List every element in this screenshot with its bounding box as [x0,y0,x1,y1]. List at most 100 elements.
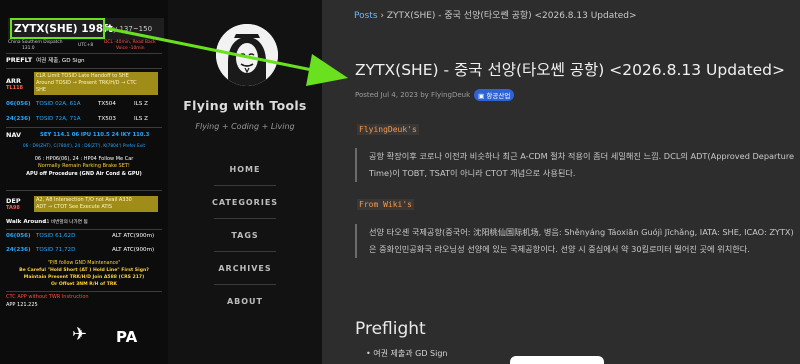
card-dcl2: Voice -10min [116,46,145,51]
card-dispatch-freq: 131.0 [22,46,35,51]
title-highlight-box [10,18,105,39]
rwy-taxi: TX503 [98,116,116,122]
rwy-procedure: TOSID 02A, 61A [36,101,81,107]
category-badge-label: 항공산업 [486,92,511,100]
dep-line: ADT → CTOT See Execute ATIS [36,204,113,210]
nav-tag: NAV [6,131,22,139]
app-row: APP 121.225 [6,302,162,308]
breadcrumb-posts-link[interactable]: Posts [354,11,378,21]
warn-text: Be Careful "Hold Short (AT ) Hold Line" … [19,268,149,273]
preflt-text: 여권 제출, GD Sign [36,58,85,64]
dep-rwy06-row: 06(056) TOSID 61,62D ALT ATC(900m) [6,233,162,239]
ctc-row: CTC APP without TWR Instruction [6,294,162,300]
arr-line: SHE [36,87,47,93]
warn-text: "P/B follow GND Maintenance" [47,261,121,266]
card-dispatch: China Southern Dispatch [8,40,63,45]
arr-rwy24-row: 24(236) TOSID 72A, 71A TX503 ILS Z [6,116,162,122]
rwy-label: 24(236) [6,116,31,122]
site-title[interactable]: Flying with Tools [168,98,322,113]
arr-tag: ARR [6,77,22,85]
post-meta: Posted Jul 4, 2023 by FlyingDeuk ▣ 항공산업 [355,89,515,101]
warn-text: Maintain Present TRK/H/D Join A588 (CRS … [23,275,145,280]
nav-about[interactable]: ABOUT [168,297,322,306]
partial-element [510,356,604,364]
inline-code-label: FlyingDeuk's [357,124,419,135]
nav-hold-info: 06 : HP06(06), 24 : HP04 Follow Me Car [34,156,134,162]
dep-label-group: DEP TA98 [6,197,34,211]
blockquote: 공항 확장이후 코로나 이전과 비슷하나 최근 A-CDM 절차 적용이 좀더 … [355,148,795,182]
dep-line: A2, A8 Intersection T/O not Avail A330 [36,197,132,203]
arr-instructions: CLR Limit TOSID Late Handoff to SHE Arou… [34,72,158,95]
arr-row: ARR TL118 CLR Limit TOSID Late Handoff t… [6,72,162,95]
blog-sidebar: Flying with Tools Flying + Coding + Livi… [168,0,322,364]
warn-line: Or Offset 3NM R/H of TRK [6,282,162,287]
rwy-alt: ALT ATC(900m) [112,247,155,253]
card-dcl: DCL -40min, Read Back [104,40,156,45]
preflt-row: PREFLT 여권 제출, GD Sign [6,56,162,64]
nav-apu-info: APU off Procedure (GND Air Cond & GPU) [26,171,142,177]
divider [6,291,162,292]
nav-divider [214,185,276,186]
nav-home[interactable]: HOME [168,165,322,174]
nav-divider [214,251,276,252]
nav-archives[interactable]: ARCHIVES [168,264,322,273]
breadcrumb: Posts › ZYTX(SHE) - 중국 선양(타오쎈 공항) <2026.… [354,8,637,21]
nav-line: APU off Procedure (GND Air Cond & GPU) [6,171,162,177]
card-bay-range: Bay 137~150 [104,25,153,33]
breadcrumb-current: ZYTX(SHE) - 중국 선양(타오쎈 공항) <2026.8.13 Upd… [386,11,637,21]
nav-brake-info: Normally Remain Parking Brake SET! [38,163,130,169]
nav-line: 06 : HP06(06), 24 : HP04 Follow Me Car [6,156,162,162]
rwy-ils: ILS Z [134,101,148,107]
pa-logo: PA [116,328,138,346]
category-badge[interactable]: ▣ 항공산업 [474,89,515,101]
arr-line: CLR Limit TOSID Late Handoff to SHE [36,73,129,79]
warn-line: Be Careful "Hold Short (AT ) Hold Line" … [6,268,162,273]
preflt-tag: PREFLT [6,56,33,64]
arr-label-group: ARR TL118 [6,77,34,91]
inline-code-label: From Wiki's [357,199,414,210]
divider [6,127,162,128]
divider [6,190,162,191]
dep-tag: DEP [6,197,21,205]
dep-rwy24-row: 24(236) TOSID 71,72D ALT ATC(900m) [6,247,162,253]
walk-text: L1 비번앞의 나가면 됨 [44,220,88,225]
dep-row: DEP TA98 A2, A8 Intersection T/O not Ava… [6,196,162,212]
breadcrumb-separator: › [380,11,385,21]
airport-briefing-card: ZYTX(SHE) 198ft Bay 137~150 China Southe… [0,0,168,364]
arr-sub: TL118 [6,85,24,91]
nav-exit-info: 06 : D9(ZHT), C(7804'), 24 : D6(ZT'), K(… [22,144,146,149]
section-heading: Preflight [355,319,426,339]
arr-line: Around TOSID → Present TRK/H/D → CTC [36,80,137,86]
nav-line: 06 : D9(ZHT), C(7804'), 24 : D6(ZT'), K(… [6,144,162,149]
nav-divider [214,284,276,285]
list-item: • 여권 제출과 GD Sign [366,349,448,358]
walk-tag: Walk Around [6,219,47,225]
avatar[interactable] [216,24,278,86]
rwy-label: 24(236) [6,247,31,253]
divider [6,53,162,54]
warn-line: Maintain Present TRK/H/D Join A588 (CRS … [6,275,162,280]
ctc-text: CTC APP without TWR Instruction [6,294,89,300]
rwy-procedure: TOSID 61,62D [36,233,76,239]
rwy-label: 06(056) [6,101,31,107]
card-utc: UTC+8 [78,43,94,48]
warn-line: "P/B follow GND Maintenance" [6,261,162,266]
walk-row: Walk Around L1 비번앞의 나가면 됨 [6,219,162,225]
dep-sub: TA98 [6,205,20,211]
divider [6,68,162,69]
nav-tags[interactable]: TAGS [168,231,322,240]
post-date-author: Posted Jul 4, 2023 by FlyingDeuk [355,91,471,99]
app-freq: APP 121.225 [6,302,38,308]
list-item-text: 여권 제출과 GD Sign [373,349,448,358]
nav-categories[interactable]: CATEGORIES [168,198,322,207]
mask-avatar-icon [216,24,278,86]
nav-line: Normally Remain Parking Brake SET! [6,163,162,169]
rwy-alt: ALT ATC(900m) [112,233,155,239]
rwy-procedure: TOSID 71,72D [36,247,76,253]
blockquote: 선양 타오셴 국제공항(중국어: 沈阳桃仙国际机场, 병음: Shěnyáng … [355,224,795,258]
rwy-procedure: TOSID 72A, 71A [36,116,81,122]
nav-text: SEY 114.1 06 IPU 110.5 24 IKY 110.3 [40,132,150,138]
post-content: Posts › ZYTX(SHE) - 중국 선양(타오쎈 공항) <2026.… [322,0,800,364]
warn-text: Or Offset 3NM R/H of TRK [51,282,117,287]
rwy-ils: ILS Z [134,116,148,122]
